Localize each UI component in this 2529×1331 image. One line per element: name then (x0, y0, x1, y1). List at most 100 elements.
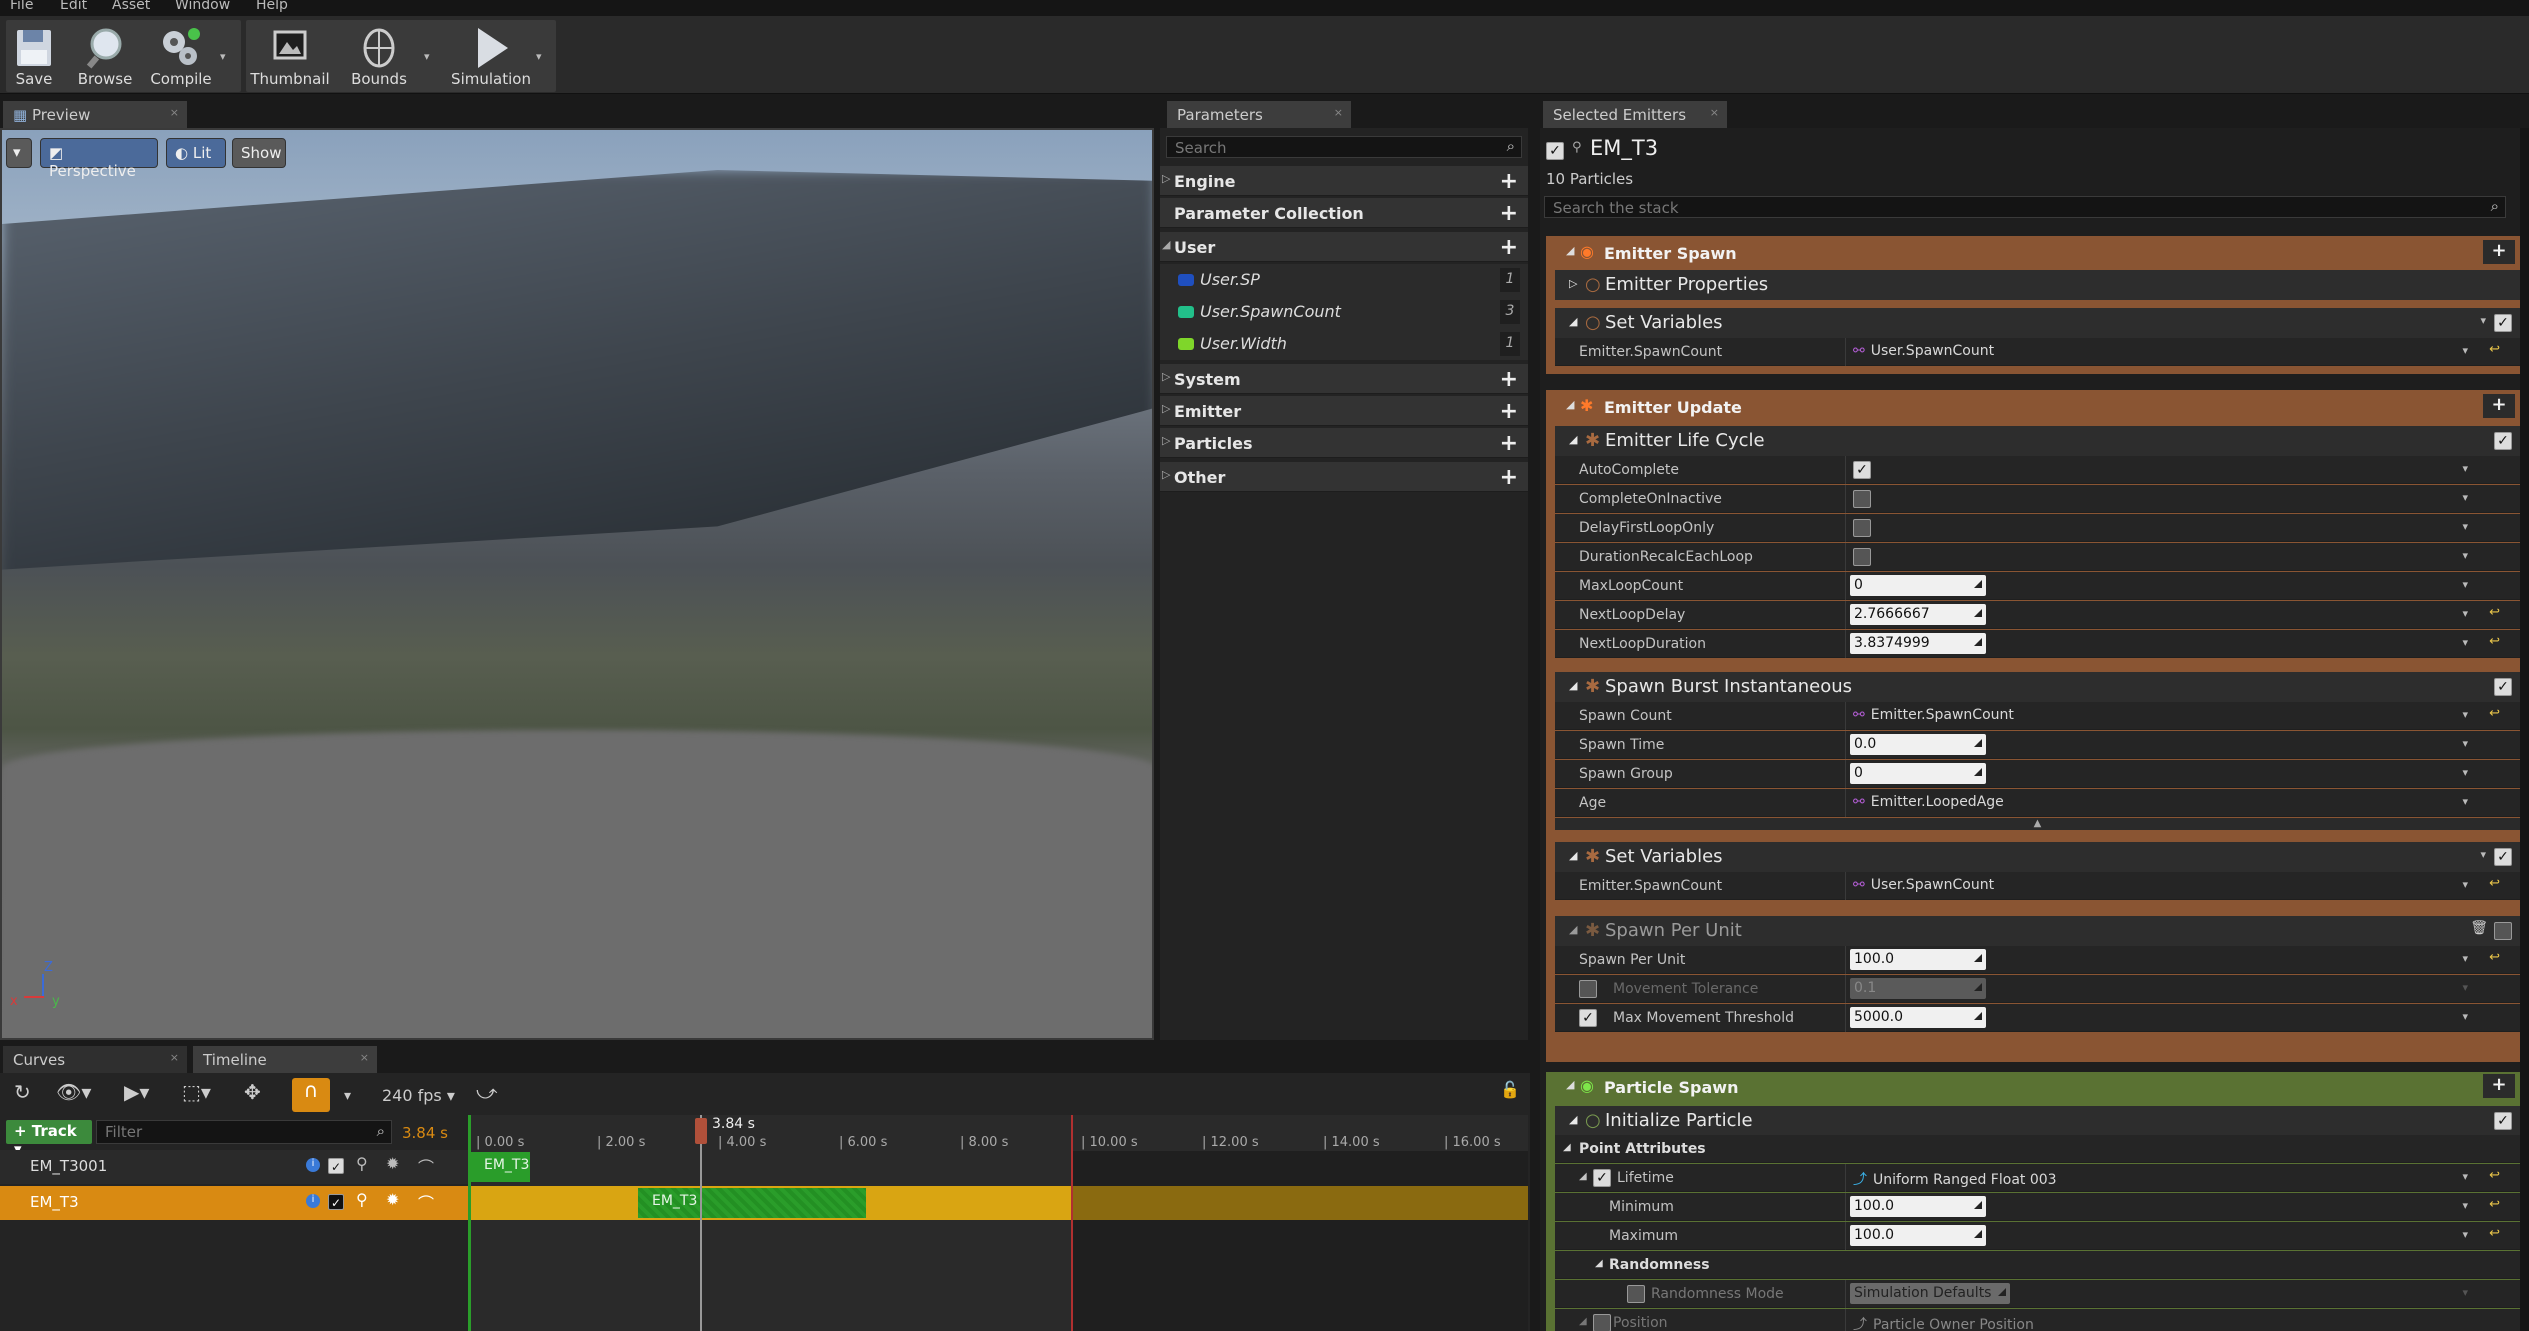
collapse-arrow-icon[interactable]: ◢ (1566, 1078, 1574, 1091)
randomness-mode-select[interactable]: Simulation Defaults (1850, 1283, 2010, 1304)
emitter-life-cycle-module[interactable]: ◢ ✱ Emitter Life Cycle ✓ (1555, 426, 2520, 456)
reset-icon[interactable]: ↩ (2489, 1226, 2500, 1241)
set-variables-module[interactable]: ◢ ○ Set Variables ▾ ✓ (1555, 308, 2520, 338)
curve-track-icon[interactable]: ⌒ (418, 1154, 434, 1178)
bounds-options-icon[interactable]: ▾ (424, 50, 438, 64)
linked-parameter[interactable]: ⚯ Emitter.SpawnCount (1853, 707, 2014, 723)
add-icon[interactable]: + (1500, 431, 1518, 456)
pin-icon[interactable]: ⚲ (356, 1190, 368, 1209)
loop-icon[interactable]: ↻ (14, 1080, 31, 1110)
pin-icon[interactable]: ⚲ (356, 1154, 368, 1173)
module-enabled-checkbox[interactable]: ✓ (2494, 432, 2512, 450)
category-other[interactable]: ▷ Other + (1160, 462, 1528, 492)
emitter-spawn-header[interactable]: ◢ ◉ Emitter Spawn + (1550, 238, 2525, 268)
nextloopdelay-input[interactable]: 2.7666667 (1850, 604, 1986, 625)
chevron-down-icon[interactable]: ▾ (2462, 1228, 2468, 1241)
chevron-down-icon[interactable]: ▾ (2462, 737, 2468, 750)
linked-parameter[interactable]: ⚯ User.SpawnCount (1853, 343, 1994, 359)
chevron-down-icon[interactable]: ▾ (2462, 491, 2468, 504)
add-module-button[interactable]: + (2483, 1074, 2515, 1098)
particle-spawn-header[interactable]: ◢ ◉ Particle Spawn + (1550, 1072, 2525, 1102)
track-row-selected[interactable]: EM_T3 i ✓ ⚲ ✹ ⌒ (0, 1186, 468, 1220)
point-attributes-category[interactable]: ◢ Point Attributes (1555, 1135, 2520, 1163)
module-enabled-checkbox[interactable]: ✓ (2494, 314, 2512, 332)
collapse-arrow-icon[interactable]: ◢ (1595, 1258, 1603, 1269)
chevron-down-icon[interactable]: ▾ (2462, 952, 2468, 965)
chevron-down-icon[interactable]: ▾ (2462, 607, 2468, 620)
info-icon[interactable]: i (306, 1194, 320, 1208)
lifetime-checkbox[interactable]: ✓ (1593, 1169, 1611, 1187)
chevron-down-icon[interactable]: ▾ (2462, 344, 2468, 357)
delayfirstlooponly-checkbox[interactable] (1853, 519, 1871, 537)
thumbnail-button[interactable]: Thumbnail (246, 20, 334, 92)
param-user-width[interactable]: User.Width 1 (1160, 328, 1528, 360)
menu-file[interactable]: File (10, 0, 33, 13)
trash-icon[interactable]: 🗑 (2470, 920, 2488, 936)
menu-edit[interactable]: Edit (60, 0, 87, 13)
collapse-handle[interactable]: ▲ (1555, 818, 2520, 830)
stack-scrollbar[interactable] (2520, 128, 2529, 1331)
reset-icon[interactable]: ↩ (2489, 876, 2500, 891)
module-enabled-checkbox[interactable] (2494, 922, 2512, 940)
dynamic-input-link[interactable]: ⤴ Uniform Ranged Float 003 (1853, 1169, 2057, 1189)
collapse-arrow-icon[interactable]: ◢ (1569, 849, 1577, 862)
perspective-button[interactable]: ◩ Perspective (40, 138, 158, 180)
collapse-arrow-icon[interactable]: ◢ (1579, 1316, 1587, 1327)
reset-icon[interactable]: ↩ (2489, 605, 2500, 620)
collapse-arrow-icon[interactable]: ◢ (1569, 433, 1577, 446)
selection-icon[interactable]: ⬚▾ (182, 1080, 211, 1110)
chevron-down-icon[interactable]: ▾ (2480, 848, 2486, 861)
bounds-button[interactable]: Bounds (342, 20, 416, 92)
category-particles[interactable]: ▷ Particles + (1160, 428, 1528, 458)
lock-icon[interactable]: 🔓 (1500, 1080, 1520, 1110)
movement-tolerance-input[interactable]: 0.1 (1850, 978, 1986, 999)
collapse-arrow-icon[interactable]: ◢ (1566, 398, 1574, 411)
playhead-handle[interactable] (695, 1118, 707, 1144)
reset-icon[interactable]: ↩ (2489, 706, 2500, 721)
expand-arrow-icon[interactable]: ▷ (1569, 277, 1577, 290)
chevron-down-icon[interactable]: ▾ (2462, 1170, 2468, 1183)
fps-select[interactable]: 240 fps ▾ (382, 1086, 455, 1116)
chevron-down-icon[interactable]: ▾ (2462, 636, 2468, 649)
tab-selected-emitters[interactable]: Selected Emitters × (1542, 100, 1728, 128)
stack-search-input[interactable]: Search the stack ⌕ (1544, 196, 2506, 218)
browse-button[interactable]: Browse (70, 20, 140, 92)
maximum-input[interactable]: 100.0 (1850, 1225, 1986, 1246)
track-enabled-checkbox[interactable]: ✓ (328, 1194, 344, 1210)
autocomplete-checkbox[interactable]: ✓ (1853, 461, 1871, 479)
chevron-down-icon[interactable]: ▾ (2462, 1010, 2468, 1023)
playhead-line[interactable] (700, 1115, 702, 1331)
category-user[interactable]: ◢ User + (1160, 232, 1528, 262)
add-module-button[interactable]: + (2483, 394, 2515, 418)
curve-icon[interactable]: ⤻ (476, 1080, 497, 1110)
snap-options-icon[interactable]: ▾ (344, 1088, 351, 1118)
param-user-spawncount[interactable]: User.SpawnCount 3 (1160, 296, 1528, 328)
emitter-update-header[interactable]: ◢ ✱ Emitter Update + (1550, 392, 2525, 422)
collapse-arrow-icon[interactable]: ◢ (1569, 923, 1577, 936)
spawn-group-input[interactable]: 0 (1850, 763, 1986, 784)
reset-icon[interactable]: ↩ (2489, 950, 2500, 965)
show-button[interactable]: Show (232, 138, 286, 168)
close-icon[interactable]: × (170, 106, 179, 119)
sun-icon[interactable]: ✹ (386, 1190, 399, 1209)
track-filter-input[interactable]: Filter ⌕ (96, 1120, 392, 1144)
close-icon[interactable]: × (1710, 106, 1719, 119)
chevron-down-icon[interactable]: ▾ (2462, 1286, 2468, 1299)
module-enabled-checkbox[interactable]: ✓ (2494, 678, 2512, 696)
randomness-mode-checkbox[interactable] (1627, 1285, 1645, 1303)
spawn-per-unit-module[interactable]: ◢ ✱ Spawn Per Unit 🗑 (1555, 916, 2520, 946)
track-clip[interactable]: EM_T3 (470, 1152, 530, 1182)
module-enabled-checkbox[interactable]: ✓ (2494, 848, 2512, 866)
add-module-button[interactable]: + (2483, 240, 2515, 264)
add-track-button[interactable]: + Track ▾ (6, 1120, 92, 1158)
pin-icon[interactable]: ⚲ (1572, 140, 1582, 155)
collapse-arrow-icon[interactable]: ◢ (1566, 244, 1574, 257)
simulation-options-icon[interactable]: ▾ (536, 50, 550, 64)
category-engine[interactable]: ▷ Engine + (1160, 166, 1528, 196)
chevron-down-icon[interactable]: ▾ (2462, 549, 2468, 562)
reset-icon[interactable]: ↩ (2489, 1197, 2500, 1212)
viewport-options-button[interactable]: ▾ (6, 138, 32, 168)
movement-tolerance-checkbox[interactable] (1579, 980, 1597, 998)
tab-curves[interactable]: Curves × (2, 1045, 188, 1073)
maxloopcount-input[interactable]: 0 (1850, 575, 1986, 596)
